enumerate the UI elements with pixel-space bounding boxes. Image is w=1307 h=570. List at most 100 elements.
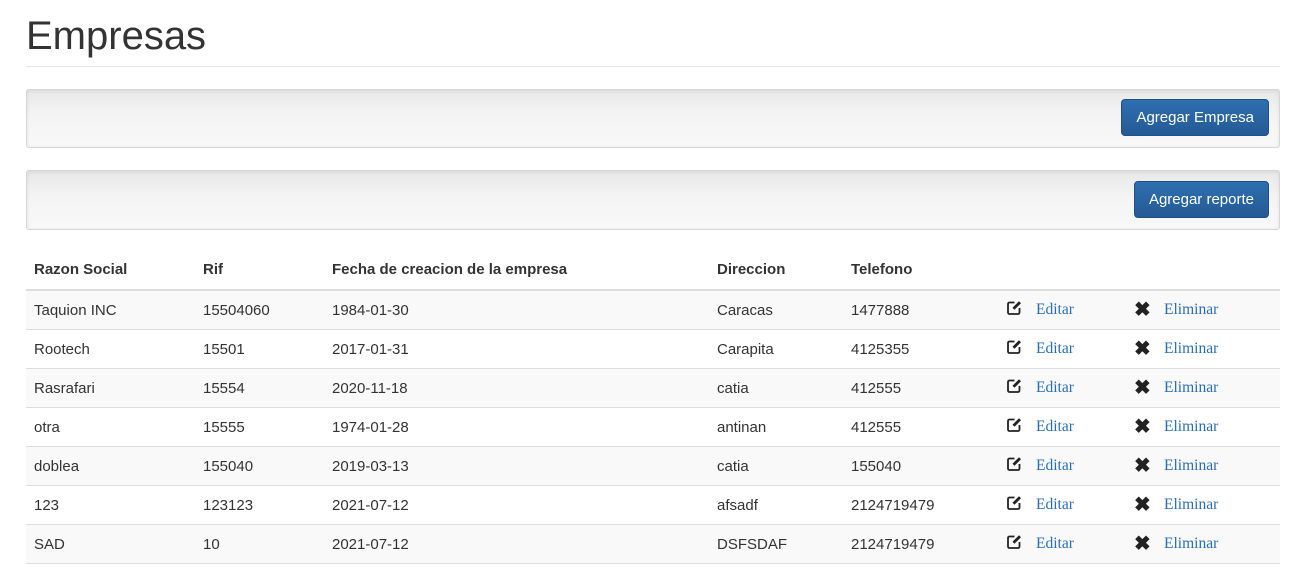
edit-square-icon[interactable] — [1006, 300, 1024, 320]
cell-razon-social: otra — [26, 407, 195, 447]
table-row: Taquion INC 15504060 1984-01-30 Caracas 1477… — [26, 290, 1280, 330]
page-title: Empresas — [26, 0, 1280, 67]
cell-direccion: Carapita — [709, 329, 843, 369]
cell-fecha-creacion: 1984-01-30 — [324, 290, 709, 330]
cell-rif: 15504060 — [195, 290, 324, 330]
cell-telefono: 155040 — [843, 446, 998, 486]
header-delete-action — [1126, 249, 1280, 291]
edit-square-icon[interactable] — [1006, 417, 1024, 437]
delete-cell: ✖ Eliminar — [1126, 329, 1280, 369]
edit-link[interactable]: Editar — [1036, 496, 1074, 513]
add-report-button[interactable]: Agregar reporte — [1133, 181, 1269, 218]
cell-rif: 10 — [195, 524, 324, 564]
cell-fecha-creacion: 1974-01-28 — [324, 407, 709, 447]
table-row: otra 15555 1974-01-28 antinan 412555 Editar ✖ E… — [26, 407, 1280, 447]
edit-cell: Editar — [998, 329, 1126, 369]
cell-rif: 15501 — [195, 329, 324, 369]
delete-cell: ✖ Eliminar — [1126, 485, 1280, 525]
table-row: Rootech 15501 2017-01-31 Carapita 4125355 Edi… — [26, 329, 1280, 369]
page-container: Empresas Agregar Empresa Agregar reporte… — [26, 0, 1280, 564]
header-rif: Rif — [195, 249, 324, 291]
companies-table: Razon Social Rif Fecha de creacion de la… — [26, 249, 1280, 564]
close-x-icon[interactable]: ✖ — [1134, 456, 1152, 476]
close-x-icon[interactable]: ✖ — [1134, 339, 1152, 359]
delete-link[interactable]: Eliminar — [1164, 301, 1218, 318]
edit-link[interactable]: Editar — [1036, 457, 1074, 474]
cell-telefono: 412555 — [843, 407, 998, 447]
edit-cell: Editar — [998, 524, 1126, 564]
cell-telefono: 2124719479 — [843, 524, 998, 564]
delete-cell: ✖ Eliminar — [1126, 524, 1280, 564]
delete-cell: ✖ Eliminar — [1126, 290, 1280, 330]
table-header-row: Razon Social Rif Fecha de creacion de la… — [26, 249, 1280, 291]
header-edit-action — [998, 249, 1126, 291]
edit-cell: Editar — [998, 368, 1126, 408]
edit-cell: Editar — [998, 407, 1126, 447]
delete-link[interactable]: Eliminar — [1164, 418, 1218, 435]
edit-link[interactable]: Editar — [1036, 340, 1074, 357]
edit-link[interactable]: Editar — [1036, 535, 1074, 552]
toolbar-add-report: Agregar reporte — [26, 170, 1280, 230]
cell-direccion: antinan — [709, 407, 843, 447]
table-row: 123 123123 2021-07-12 afsadf 2124719479 Edita… — [26, 485, 1280, 525]
cell-direccion: catia — [709, 446, 843, 486]
close-x-icon[interactable]: ✖ — [1134, 495, 1152, 515]
edit-square-icon[interactable] — [1006, 534, 1024, 554]
delete-link[interactable]: Eliminar — [1164, 457, 1218, 474]
delete-cell: ✖ Eliminar — [1126, 407, 1280, 447]
edit-square-icon[interactable] — [1006, 378, 1024, 398]
cell-telefono: 4125355 — [843, 329, 998, 369]
delete-cell: ✖ Eliminar — [1126, 368, 1280, 408]
cell-telefono: 2124719479 — [843, 485, 998, 525]
cell-razon-social: Rasrafari — [26, 368, 195, 408]
cell-fecha-creacion: 2020-11-18 — [324, 368, 709, 408]
cell-razon-social: Rootech — [26, 329, 195, 369]
cell-fecha-creacion: 2021-07-12 — [324, 485, 709, 525]
edit-cell: Editar — [998, 290, 1126, 330]
cell-direccion: catia — [709, 368, 843, 408]
close-x-icon[interactable]: ✖ — [1134, 417, 1152, 437]
close-x-icon[interactable]: ✖ — [1134, 534, 1152, 554]
header-telefono: Telefono — [843, 249, 998, 291]
header-direccion: Direccion — [709, 249, 843, 291]
cell-fecha-creacion: 2017-01-31 — [324, 329, 709, 369]
edit-link[interactable]: Editar — [1036, 301, 1074, 318]
edit-square-icon[interactable] — [1006, 339, 1024, 359]
cell-telefono: 412555 — [843, 368, 998, 408]
header-razon-social: Razon Social — [26, 249, 195, 291]
toolbar-add-company: Agregar Empresa — [26, 89, 1280, 148]
close-x-icon[interactable]: ✖ — [1134, 378, 1152, 398]
cell-direccion: afsadf — [709, 485, 843, 525]
edit-square-icon[interactable] — [1006, 495, 1024, 515]
cell-rif: 123123 — [195, 485, 324, 525]
cell-razon-social: doblea — [26, 446, 195, 486]
table-body: Taquion INC 15504060 1984-01-30 Caracas 1477… — [26, 290, 1280, 564]
delete-link[interactable]: Eliminar — [1164, 496, 1218, 513]
delete-link[interactable]: Eliminar — [1164, 535, 1218, 552]
close-x-icon[interactable]: ✖ — [1134, 300, 1152, 320]
cell-direccion: Caracas — [709, 290, 843, 330]
cell-rif: 15554 — [195, 368, 324, 408]
add-company-button[interactable]: Agregar Empresa — [1121, 99, 1269, 136]
cell-rif: 155040 — [195, 446, 324, 486]
edit-cell: Editar — [998, 446, 1126, 486]
cell-razon-social: 123 — [26, 485, 195, 525]
edit-link[interactable]: Editar — [1036, 418, 1074, 435]
cell-razon-social: SAD — [26, 524, 195, 564]
delete-cell: ✖ Eliminar — [1126, 446, 1280, 486]
cell-fecha-creacion: 2021-07-12 — [324, 524, 709, 564]
delete-link[interactable]: Eliminar — [1164, 340, 1218, 357]
edit-cell: Editar — [998, 485, 1126, 525]
cell-razon-social: Taquion INC — [26, 290, 195, 330]
cell-telefono: 1477888 — [843, 290, 998, 330]
edit-link[interactable]: Editar — [1036, 379, 1074, 396]
table-row: Rasrafari 15554 2020-11-18 catia 412555 Edita… — [26, 368, 1280, 408]
edit-square-icon[interactable] — [1006, 456, 1024, 476]
table-row: doblea 155040 2019-03-13 catia 155040 Editar ✖… — [26, 446, 1280, 486]
delete-link[interactable]: Eliminar — [1164, 379, 1218, 396]
table-row: SAD 10 2021-07-12 DSFSDAF 2124719479 Editar ✖ E… — [26, 524, 1280, 564]
header-fecha-creacion: Fecha de creacion de la empresa — [324, 249, 709, 291]
cell-rif: 15555 — [195, 407, 324, 447]
cell-direccion: DSFSDAF — [709, 524, 843, 564]
cell-fecha-creacion: 2019-03-13 — [324, 446, 709, 486]
